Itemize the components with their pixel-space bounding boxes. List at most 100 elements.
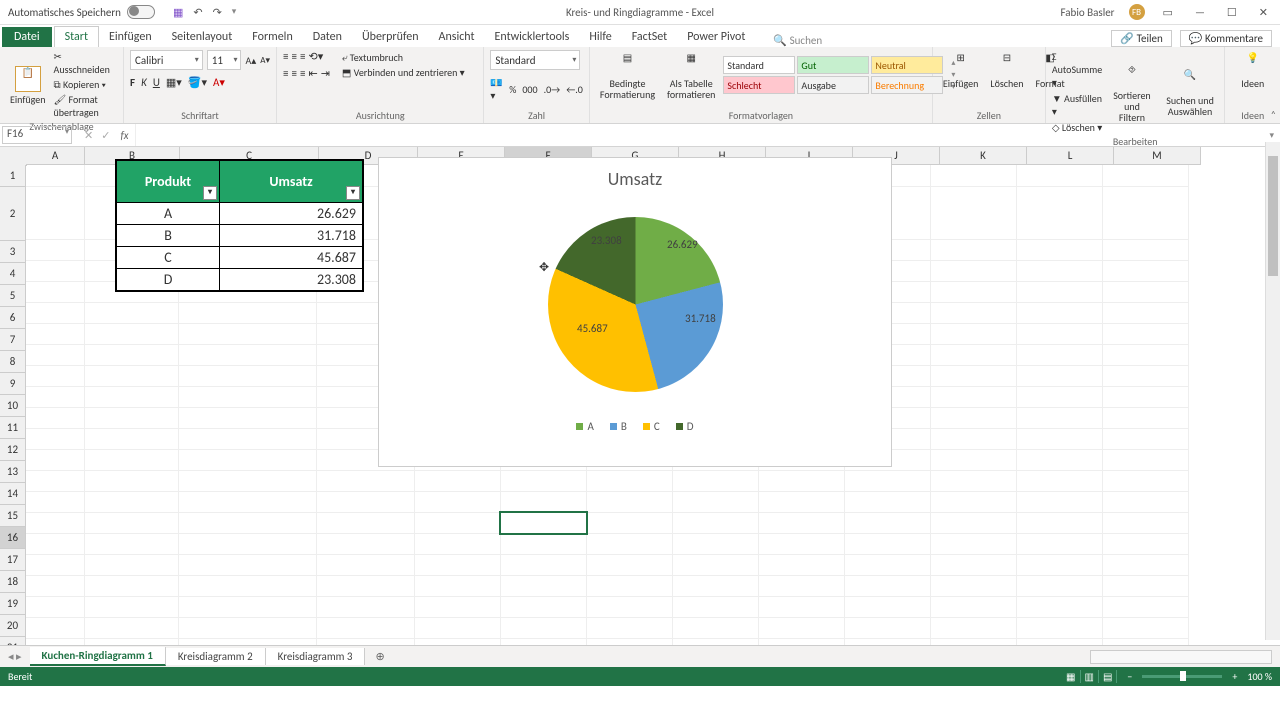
indent-dec-icon[interactable]: ⇤ bbox=[308, 67, 317, 80]
tab-developer[interactable]: Entwicklertools bbox=[485, 27, 580, 47]
sort-filter-button[interactable]: ⯑Sortieren und Filtern bbox=[1106, 62, 1157, 123]
fill-button[interactable]: ▼ Ausfüllen ▾ bbox=[1052, 92, 1102, 118]
tab-insert[interactable]: Einfügen bbox=[99, 27, 162, 47]
search-box[interactable]: 🔍 Suchen bbox=[773, 34, 822, 47]
table-header-product[interactable]: Produkt▾ bbox=[116, 160, 220, 203]
orientation-icon[interactable]: ⟲▾ bbox=[308, 50, 323, 63]
sheet-tab-2[interactable]: Kreisdiagramm 2 bbox=[166, 648, 266, 665]
align-bottom-icon[interactable]: ≡ bbox=[300, 50, 305, 63]
thousands-icon[interactable]: 000 bbox=[522, 83, 537, 96]
tab-factset[interactable]: FactSet bbox=[622, 27, 677, 47]
expand-fx-icon[interactable]: ▾ bbox=[1263, 130, 1280, 141]
view-buttons[interactable]: ▦▥▤ bbox=[1062, 670, 1117, 683]
filter-dropdown-icon[interactable]: ▾ bbox=[203, 186, 217, 200]
cell-product[interactable]: D bbox=[116, 269, 220, 292]
active-cell[interactable] bbox=[499, 511, 588, 535]
tab-pagelayout[interactable]: Seitenlayout bbox=[162, 27, 243, 47]
tab-file[interactable]: Datei bbox=[2, 27, 52, 47]
sheet-tab-3[interactable]: Kreisdiagramm 3 bbox=[266, 648, 366, 665]
filter-dropdown-icon[interactable]: ▾ bbox=[346, 186, 360, 200]
zoom-slider[interactable] bbox=[1142, 675, 1222, 678]
cell-revenue[interactable]: 26.629 bbox=[220, 203, 364, 225]
ribbon-display-icon[interactable]: ▭ bbox=[1159, 6, 1177, 19]
bold-button[interactable]: F bbox=[130, 76, 135, 89]
select-all-corner[interactable] bbox=[0, 147, 27, 166]
maximize-icon[interactable]: ☐ bbox=[1223, 6, 1241, 19]
font-color-icon[interactable]: A▾ bbox=[213, 76, 225, 89]
user-name[interactable]: Fabio Basler bbox=[1061, 6, 1115, 19]
table-header-revenue[interactable]: Umsatz▾ bbox=[220, 160, 364, 203]
cell-product[interactable]: B bbox=[116, 225, 220, 247]
share-button[interactable]: 🔗 Teilen bbox=[1111, 30, 1171, 47]
ideas-button[interactable]: 💡Ideen bbox=[1231, 50, 1274, 89]
cell-product[interactable]: C bbox=[116, 247, 220, 269]
qat-more-icon[interactable]: ▾ bbox=[232, 6, 237, 19]
increase-decimal-icon[interactable]: .0→ bbox=[544, 83, 561, 96]
insert-cells-button[interactable]: ⊞Einfügen bbox=[939, 50, 983, 89]
tab-formulas[interactable]: Formeln bbox=[242, 27, 302, 47]
cell-product[interactable]: A bbox=[116, 203, 220, 225]
underline-button[interactable]: U bbox=[153, 76, 160, 89]
tab-review[interactable]: Überprüfen bbox=[352, 27, 429, 47]
cell-revenue[interactable]: 45.687 bbox=[220, 247, 364, 269]
number-format-combo[interactable]: Standard bbox=[490, 50, 580, 70]
redo-icon[interactable]: ↷ bbox=[213, 6, 222, 19]
collapse-ribbon-icon[interactable]: ˄ bbox=[1271, 108, 1276, 121]
tab-help[interactable]: Hilfe bbox=[579, 27, 621, 47]
align-left-icon[interactable]: ≡ bbox=[283, 67, 288, 80]
style-standard[interactable]: Standard bbox=[723, 56, 795, 74]
merge-center-button[interactable]: ⬒ Verbinden und zentrieren ▾ bbox=[342, 66, 465, 79]
percent-icon[interactable]: % bbox=[509, 83, 516, 96]
tab-data[interactable]: Daten bbox=[303, 27, 352, 47]
cell-revenue[interactable]: 31.718 bbox=[220, 225, 364, 247]
zoom-level[interactable]: 100 % bbox=[1247, 670, 1272, 683]
undo-icon[interactable]: ↶ bbox=[193, 6, 202, 19]
minimize-icon[interactable]: — bbox=[1191, 6, 1209, 19]
toggle-switch[interactable] bbox=[127, 5, 155, 19]
cut-button[interactable]: ✂ Ausschneiden bbox=[54, 50, 117, 76]
horizontal-scrollbar[interactable] bbox=[1090, 650, 1272, 664]
zoom-in-icon[interactable]: + bbox=[1232, 670, 1237, 683]
clear-button[interactable]: ◇ Löschen ▾ bbox=[1052, 121, 1102, 134]
decrease-font-icon[interactable]: A▾ bbox=[260, 55, 270, 66]
border-icon[interactable]: ▦▾ bbox=[166, 76, 182, 89]
close-icon[interactable]: ✕ bbox=[1255, 6, 1272, 19]
vertical-scrollbar[interactable] bbox=[1265, 142, 1280, 640]
worksheet-area[interactable]: ABCDEFGHIJKLM 12345678910111213141516171… bbox=[0, 147, 1280, 645]
tab-start[interactable]: Start bbox=[54, 26, 99, 47]
align-top-icon[interactable]: ≡ bbox=[283, 50, 288, 63]
fill-color-icon[interactable]: 🪣▾ bbox=[188, 76, 207, 89]
font-name-combo[interactable]: Calibri bbox=[130, 50, 203, 70]
decrease-decimal-icon[interactable]: ←.0 bbox=[566, 83, 583, 96]
pie-chart[interactable]: Umsatz 26.629 31.718 45.687 23.308 ✥ A B… bbox=[378, 157, 892, 467]
delete-cells-button[interactable]: ⊟Löschen bbox=[986, 50, 1027, 89]
tab-powerpivot[interactable]: Power Pivot bbox=[677, 27, 755, 47]
currency-icon[interactable]: 💶▾ bbox=[490, 76, 503, 102]
find-select-button[interactable]: 🔍Suchen und Auswählen bbox=[1162, 67, 1219, 117]
align-right-icon[interactable]: ≡ bbox=[300, 67, 305, 80]
comments-button[interactable]: 💬 Kommentare bbox=[1180, 30, 1272, 47]
align-middle-icon[interactable]: ≡ bbox=[292, 50, 297, 63]
sheet-tab-1[interactable]: Kuchen-Ringdiagramm 1 bbox=[30, 647, 166, 666]
autosave-toggle[interactable]: Automatisches Speichern bbox=[0, 5, 163, 19]
name-box[interactable]: F16 bbox=[2, 126, 72, 144]
font-size-combo[interactable]: 11 bbox=[207, 50, 242, 70]
tab-view[interactable]: Ansicht bbox=[429, 27, 485, 47]
align-center-icon[interactable]: ≡ bbox=[292, 67, 297, 80]
save-icon[interactable]: ▦ bbox=[173, 6, 183, 19]
copy-button[interactable]: ⧉ Kopieren ▾ bbox=[54, 78, 117, 91]
increase-font-icon[interactable]: A▴ bbox=[245, 54, 256, 67]
italic-button[interactable]: K bbox=[141, 76, 147, 89]
wrap-text-button[interactable]: ⤶ Textumbruch bbox=[342, 51, 465, 64]
zoom-out-icon[interactable]: − bbox=[1127, 670, 1132, 683]
avatar[interactable]: FB bbox=[1129, 4, 1145, 20]
fx-icon[interactable]: fx bbox=[120, 129, 134, 142]
style-output[interactable]: Ausgabe bbox=[797, 76, 869, 94]
paste-button[interactable]: 📋 Einfügen bbox=[6, 64, 50, 105]
cell-revenue[interactable]: 23.308 bbox=[220, 269, 364, 292]
autosum-button[interactable]: Σ AutoSumme ▾ bbox=[1052, 50, 1102, 89]
format-as-table-button[interactable]: ▦Als Tabelle formatieren bbox=[663, 50, 719, 100]
add-sheet-icon[interactable]: ⊕ bbox=[365, 650, 394, 663]
sheet-nav-icon[interactable]: ◂ ▸ bbox=[0, 650, 30, 663]
style-bad[interactable]: Schlecht bbox=[723, 76, 795, 94]
